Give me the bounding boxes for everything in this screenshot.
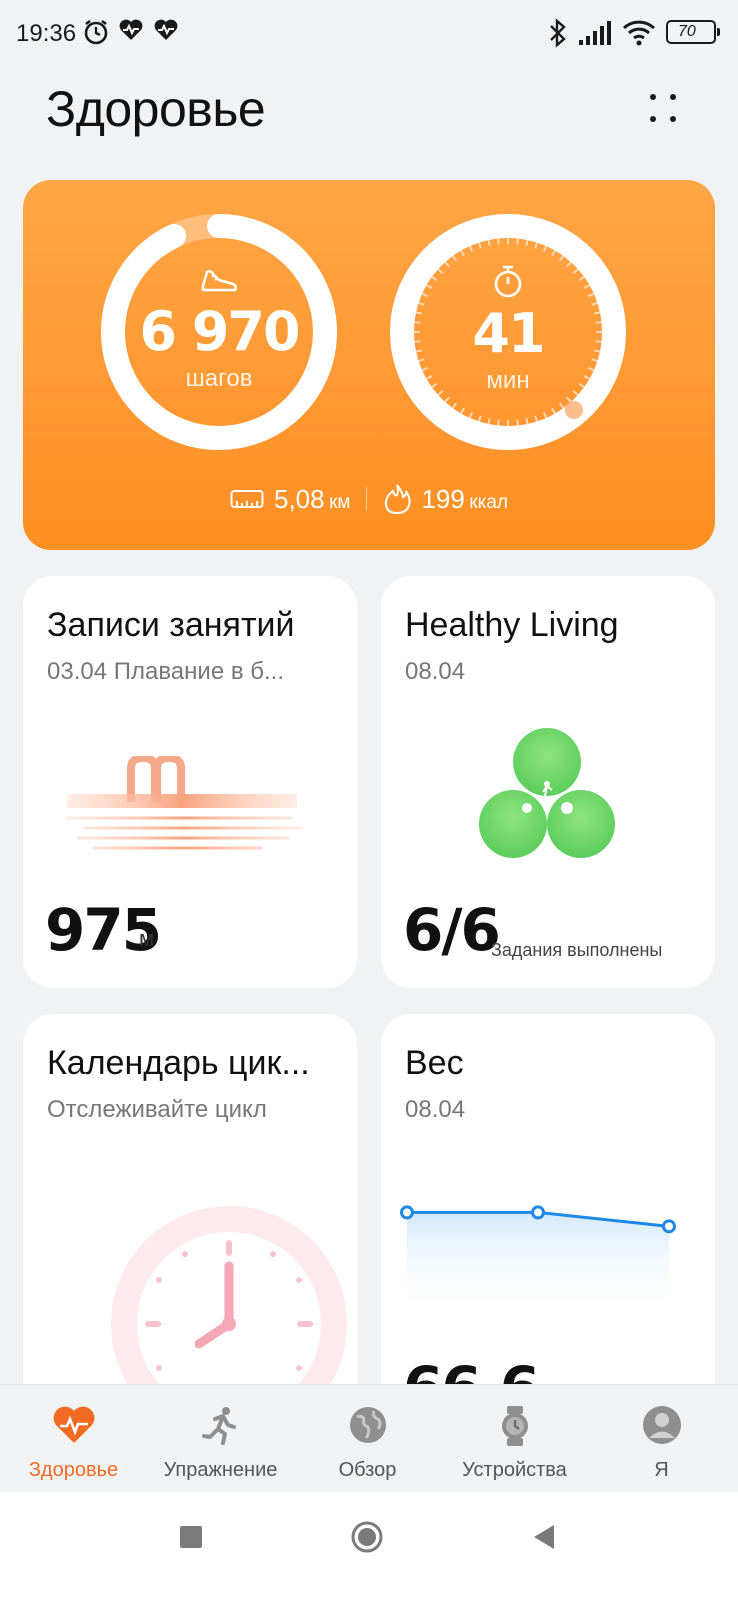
minutes-tick	[444, 396, 450, 403]
steps-value: 6 970	[139, 300, 300, 363]
calories-stat: 199 ккал	[383, 483, 508, 515]
weight-point	[531, 1205, 545, 1220]
clock-icon	[111, 1206, 347, 1414]
tab-devices-label: Устройства	[462, 1459, 567, 1481]
back-icon[interactable]	[532, 1524, 556, 1550]
minutes-tick	[534, 242, 538, 249]
tab-devices[interactable]: Устройства	[441, 1385, 588, 1493]
tab-health-label: Здоровье	[28, 1459, 119, 1481]
steps-center: 6 970 шагов	[99, 264, 339, 393]
workouts-tile[interactable]: Записи занятий 03.04 Плавание в б... 975…	[23, 576, 357, 988]
calories-unit: ккал	[469, 491, 508, 513]
minutes-tick	[558, 255, 565, 262]
tab-exercise[interactable]: Упражнение	[147, 1385, 294, 1493]
footer-divider	[366, 487, 368, 511]
weight-chart	[400, 1205, 676, 1314]
minutes-tick	[487, 239, 491, 247]
watch-icon	[501, 1406, 528, 1446]
cycle-tile[interactable]: Календарь цик... Отслеживайте цикл	[23, 1014, 357, 1414]
heart-rate-icon	[119, 19, 143, 40]
workouts-title: Записи занятий	[47, 606, 295, 644]
healthy-living-value: 6/6	[403, 896, 501, 964]
activity-card[interactable]: 6 970 шагов 41 мин 5,08 км 199 ккал	[23, 180, 715, 550]
minutes-tick	[460, 250, 465, 257]
bottom-nav: Здоровье Упражнение Обзор Устройства Я	[0, 1384, 738, 1492]
four-dots-icon[interactable]	[640, 90, 684, 134]
minutes-tick	[468, 411, 474, 419]
swimming-pool-icon	[67, 756, 303, 850]
minutes-tick	[468, 245, 474, 253]
minutes-tick	[566, 396, 572, 403]
minutes-tick	[497, 238, 500, 245]
globe-icon	[349, 1407, 386, 1443]
healthy-living-tile[interactable]: Healthy Living 08.04 6/6 Задания выполне…	[381, 576, 715, 988]
status-time: 19:36	[16, 20, 77, 47]
healthy-living-caption: Задания выполнены	[491, 940, 663, 960]
heart-rate-icon	[154, 19, 178, 40]
workouts-unit: м	[139, 926, 155, 951]
clover-icon	[479, 728, 615, 858]
minutes-tick	[516, 238, 519, 245]
distance-value: 5,08	[274, 483, 325, 514]
minutes-tick	[551, 250, 556, 257]
tab-overview-label: Обзор	[338, 1459, 397, 1481]
system-nav-bar	[0, 1492, 738, 1599]
distance-unit: км	[329, 491, 351, 513]
minutes-tick	[534, 415, 538, 422]
workouts-subtitle: 03.04 Плавание в б...	[47, 658, 284, 685]
healthy-living-subtitle: 08.04	[405, 658, 466, 685]
sneaker-icon	[201, 270, 237, 292]
minutes-tick	[478, 242, 482, 249]
ruler-icon	[230, 490, 264, 508]
calories-value: 199	[421, 483, 465, 514]
page-title: Здоровье	[46, 81, 266, 137]
minutes-tick	[478, 415, 482, 422]
minutes-tick	[551, 407, 556, 414]
tab-exercise-label: Упражнение	[163, 1459, 278, 1481]
steps-unit: шагов	[185, 365, 253, 392]
minutes-center: 41 мин	[388, 264, 628, 395]
stopwatch-icon	[494, 265, 522, 298]
minutes-tick	[542, 245, 548, 253]
wifi-icon	[622, 20, 656, 46]
minutes-tick	[451, 255, 458, 262]
recents-icon[interactable]	[180, 1526, 202, 1548]
tab-me[interactable]: Я	[588, 1385, 735, 1493]
minutes-tick	[487, 417, 491, 425]
battery-level: 70	[678, 23, 696, 40]
weight-point	[662, 1219, 676, 1234]
minutes-tick	[451, 402, 458, 409]
tab-health[interactable]: Здоровье	[0, 1385, 147, 1493]
running-icon	[201, 1407, 236, 1445]
activity-footer: 5,08 км 199 ккал	[23, 483, 715, 515]
minutes-tick	[516, 419, 519, 426]
alarm-icon	[84, 19, 108, 45]
minutes-tick	[525, 239, 529, 247]
cycle-title: Календарь цик...	[47, 1044, 310, 1082]
distance-stat: 5,08 км	[230, 484, 350, 515]
battery-icon: 70	[666, 20, 720, 44]
bluetooth-icon	[550, 18, 566, 48]
minutes-tick	[460, 407, 465, 414]
profile-icon	[642, 1406, 681, 1444]
minutes-tick	[525, 417, 529, 425]
healthy-living-title: Healthy Living	[405, 606, 619, 644]
minutes-tick	[542, 411, 548, 419]
flame-icon	[385, 484, 411, 515]
tab-overview[interactable]: Обзор	[294, 1385, 441, 1493]
status-bar: 19:36 70	[0, 0, 738, 70]
home-icon[interactable]	[350, 1520, 384, 1554]
minutes-tick	[497, 419, 500, 426]
weight-tile[interactable]: Вес 08.04 66.6 кг	[381, 1014, 715, 1414]
minutes-unit: мин	[486, 367, 530, 394]
signal-icon	[579, 21, 611, 45]
heart-pulse-icon	[53, 1406, 94, 1443]
minutes-tick	[558, 402, 565, 409]
minutes-value: 41	[472, 302, 545, 365]
cycle-subtitle: Отслеживайте цикл	[47, 1096, 267, 1123]
weight-point	[400, 1205, 414, 1220]
tab-me-label: Я	[654, 1459, 669, 1481]
